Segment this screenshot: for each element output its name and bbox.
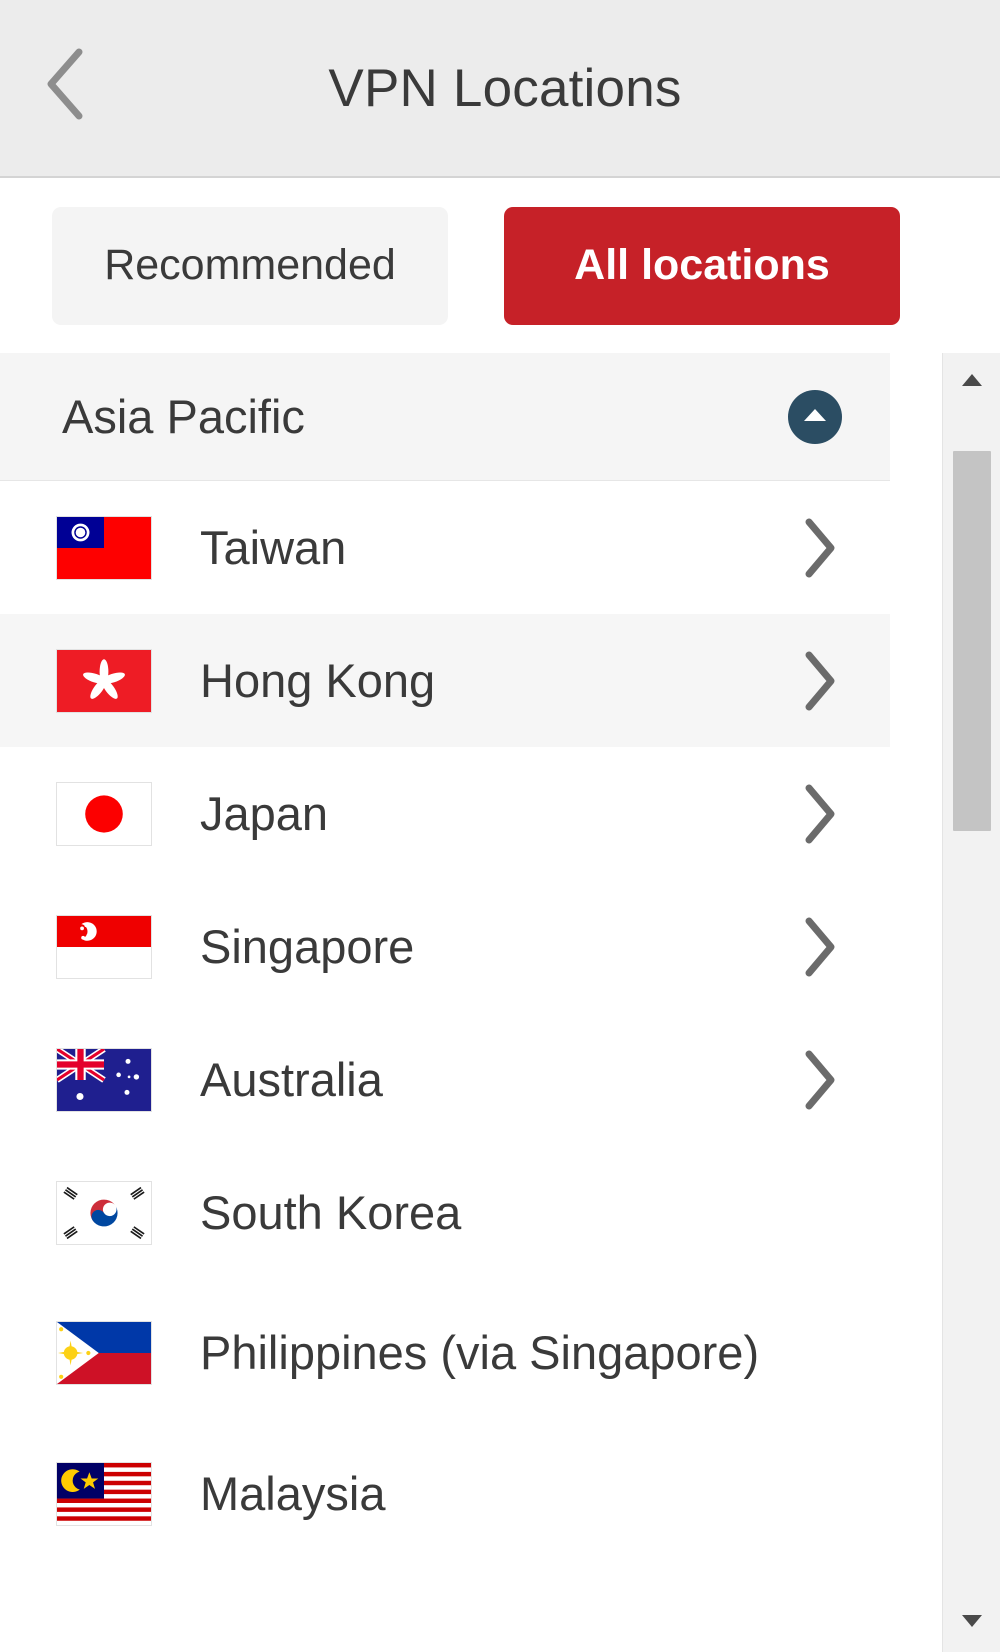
chevron-up-icon xyxy=(802,406,828,427)
list-item-label: Japan xyxy=(200,786,329,840)
chevron-left-icon xyxy=(43,46,89,122)
flag-taiwan xyxy=(56,515,152,580)
vpn-locations-screen: VPN Locations Recommended All locations … xyxy=(0,0,1000,1652)
list-item-label: Malaysia xyxy=(200,1466,386,1520)
list-item[interactable]: Japan xyxy=(0,747,890,880)
list-item-label: Hong Kong xyxy=(200,653,436,707)
locations-list-area: Asia Pacific Taiwan Hong Kong Japan Sing… xyxy=(0,353,1000,1652)
list-item[interactable]: Malaysia xyxy=(0,1427,890,1560)
chevron-right-icon[interactable] xyxy=(796,781,844,847)
scrollbar[interactable] xyxy=(942,353,1000,1652)
tab-bar: Recommended All locations xyxy=(0,178,1000,353)
list-item-label: South Korea xyxy=(200,1185,462,1239)
back-button[interactable] xyxy=(30,44,102,124)
tab-recommended-label: Recommended xyxy=(104,241,396,289)
flag-japan xyxy=(56,781,152,846)
chevron-right-icon[interactable] xyxy=(796,1047,844,1113)
section-header-asia-pacific[interactable]: Asia Pacific xyxy=(0,353,890,481)
list-item[interactable]: South Korea xyxy=(0,1146,890,1279)
section-collapse-button[interactable] xyxy=(788,389,842,444)
page-title: VPN Locations xyxy=(328,58,682,118)
triangle-down-icon xyxy=(960,1613,984,1634)
list-item[interactable]: Taiwan xyxy=(0,481,890,614)
list-item-label: Australia xyxy=(200,1052,383,1106)
list-item-label: Taiwan xyxy=(200,520,347,574)
list-item[interactable]: Australia xyxy=(0,1013,890,1146)
tab-recommended[interactable]: Recommended xyxy=(52,206,448,325)
scrollbar-down-button[interactable] xyxy=(943,1594,1000,1652)
locations-list: Asia Pacific Taiwan Hong Kong Japan Sing… xyxy=(0,353,890,1560)
flag-malaysia xyxy=(56,1461,152,1526)
section-title: Asia Pacific xyxy=(62,390,305,443)
flag-south-korea xyxy=(56,1180,152,1245)
flag-hong-kong xyxy=(56,648,152,713)
flag-philippines xyxy=(56,1321,152,1385)
tab-all-locations-label: All locations xyxy=(574,241,830,289)
list-item-label: Philippines (via Singapore) xyxy=(200,1326,760,1380)
list-item[interactable]: Philippines (via Singapore) xyxy=(0,1279,890,1427)
chevron-right-icon[interactable] xyxy=(796,515,844,581)
scrollbar-thumb[interactable] xyxy=(953,451,991,831)
flag-singapore xyxy=(56,914,152,979)
chevron-right-icon[interactable] xyxy=(796,648,844,714)
tab-all-locations[interactable]: All locations xyxy=(504,206,900,325)
triangle-up-icon xyxy=(960,372,984,393)
app-header: VPN Locations xyxy=(0,0,1000,178)
scrollbar-up-button[interactable] xyxy=(943,353,1000,411)
flag-australia xyxy=(56,1047,152,1112)
list-item[interactable]: Singapore xyxy=(0,880,890,1013)
list-item-label: Singapore xyxy=(200,919,415,973)
chevron-right-icon[interactable] xyxy=(796,914,844,980)
list-item[interactable]: Hong Kong xyxy=(0,614,890,747)
